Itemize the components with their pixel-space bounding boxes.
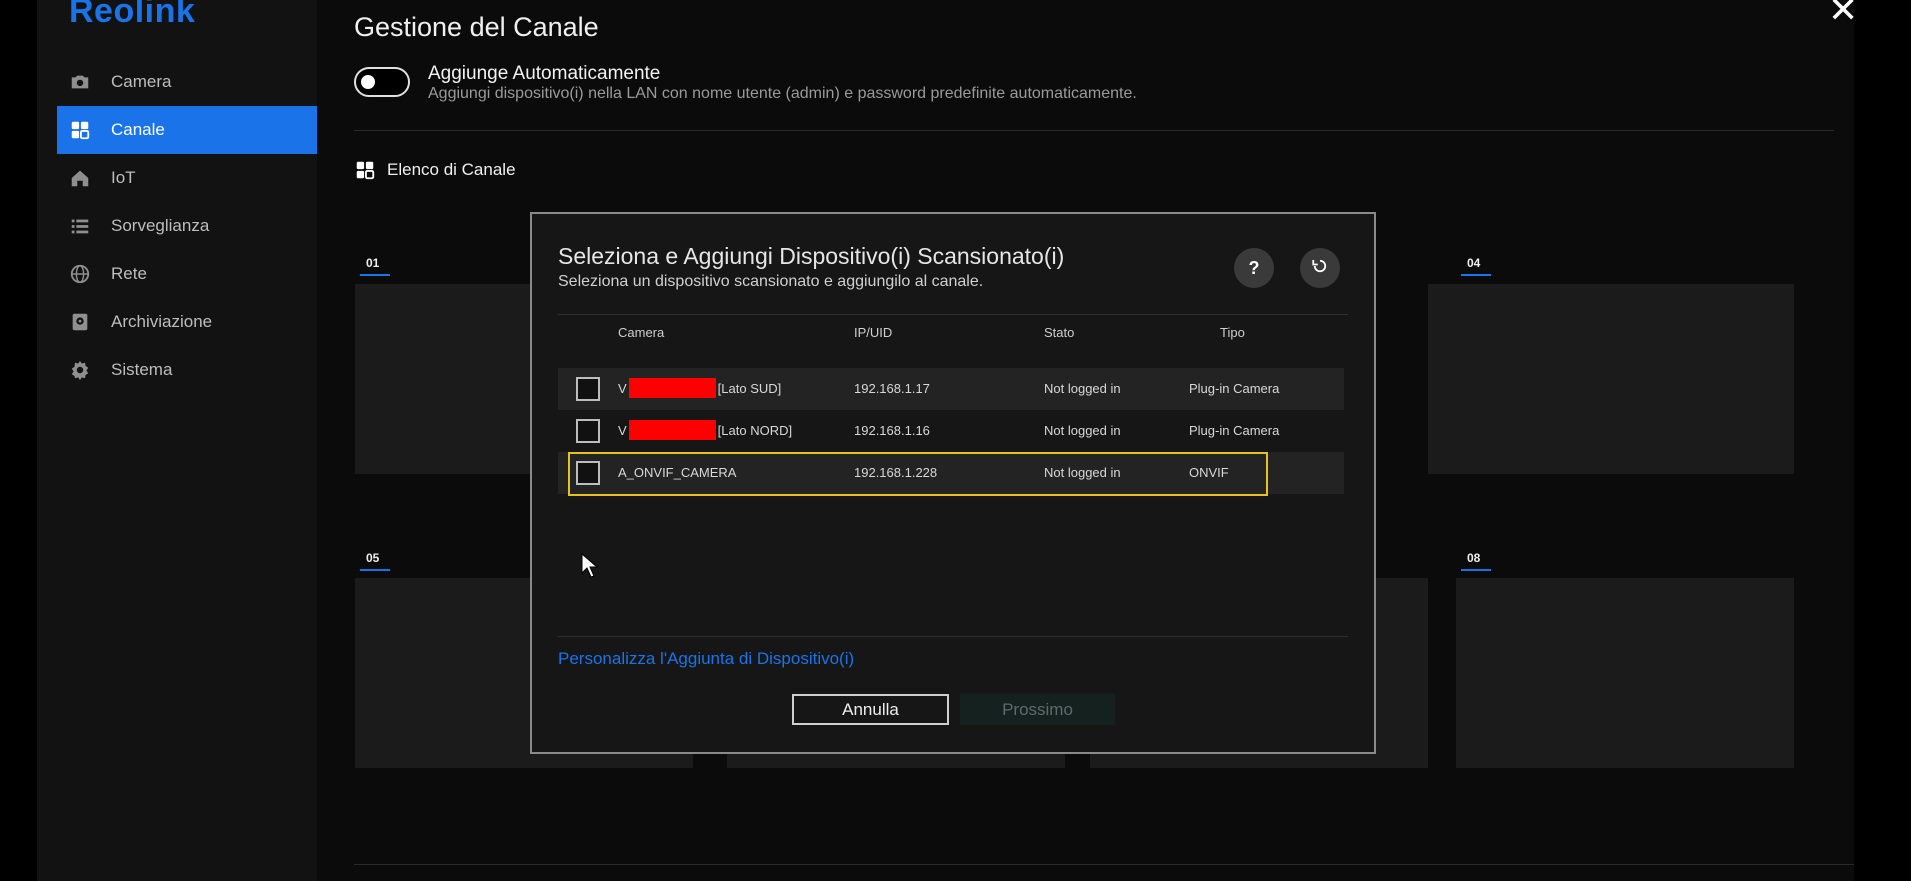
cancel-button[interactable]: Annulla	[792, 694, 949, 725]
sidebar-item-label: Archiviazione	[111, 312, 213, 331]
sidebar-item-canale[interactable]: Canale	[57, 106, 317, 154]
home-icon	[69, 167, 91, 189]
sidebar-item-sorveglianza[interactable]: Sorveglianza	[37, 202, 317, 250]
divider	[558, 636, 1348, 637]
camera-type: Plug-in Camera	[1189, 381, 1280, 396]
camera-status: Not logged in	[1044, 381, 1121, 396]
auto-add-title: Aggiunge Automaticamente	[428, 63, 661, 84]
selection-highlight	[568, 452, 1268, 496]
column-header-ip[interactable]: IP/UID	[854, 325, 892, 340]
dialog-title: Seleziona e Aggiungi Dispositivo(i) Scan…	[558, 243, 1065, 269]
sidebar: Reolink Camera Canale IoT Sorveglianza R…	[37, 0, 317, 881]
divider	[558, 314, 1348, 315]
divider	[354, 130, 1834, 131]
sidebar-item-archiviazione[interactable]: Archiviazione	[37, 298, 317, 346]
refresh-icon	[1311, 257, 1329, 280]
camera-name: V [Lato SUD]	[618, 377, 781, 398]
next-button[interactable]: Prossimo	[960, 694, 1115, 725]
dialog-subtitle: Seleziona un dispositivo scansionato e a…	[558, 273, 984, 290]
sidebar-item-label: IoT	[111, 168, 136, 187]
gear-icon	[69, 359, 91, 381]
custom-add-link[interactable]: Personalizza l'Aggiunta di Dispositivo(i…	[558, 649, 854, 669]
column-header-camera[interactable]: Camera	[618, 325, 664, 340]
camera-ip: 192.168.1.17	[854, 381, 930, 396]
sidebar-item-label: Canale	[111, 120, 165, 139]
camera-name: V [Lato NORD]	[618, 419, 792, 440]
reolink-logo: Reolink	[69, 0, 196, 30]
auto-add-description: Aggiungi dispositivo(i) nella LAN con no…	[428, 85, 1137, 102]
scan-devices-dialog: Seleziona e Aggiungi Dispositivo(i) Scan…	[530, 212, 1376, 754]
toggle-knob	[361, 75, 375, 89]
auto-add-toggle[interactable]	[354, 67, 410, 97]
camera-type: Plug-in Camera	[1189, 423, 1280, 438]
channel-number: 08	[1460, 551, 1492, 571]
globe-icon	[69, 263, 91, 285]
channel-number: 04	[1460, 256, 1492, 276]
redaction-block	[628, 419, 716, 440]
storage-icon	[69, 311, 91, 333]
redaction-block	[628, 377, 716, 398]
row-checkbox[interactable]	[576, 377, 600, 401]
page-title: Gestione del Canale	[354, 12, 599, 42]
sidebar-nav: Camera Canale IoT Sorveglianza Rete Arch…	[37, 58, 317, 394]
camera-ip: 192.168.1.16	[854, 423, 930, 438]
table-row[interactable]: V [Lato SUD] 192.168.1.17 Not logged in P…	[558, 368, 1344, 410]
column-header-type[interactable]: Tipo	[1220, 325, 1245, 340]
row-checkbox[interactable]	[576, 419, 600, 443]
channel-number: 05	[359, 551, 391, 571]
help-icon: ?	[1248, 257, 1260, 278]
sidebar-item-label: Rete	[111, 264, 147, 283]
channel-number: 01	[359, 256, 391, 276]
grid-icon	[354, 159, 376, 181]
channel-tile[interactable]	[1456, 284, 1794, 474]
sidebar-item-label: Sistema	[111, 360, 173, 379]
sidebar-item-sistema[interactable]: Sistema	[37, 346, 317, 394]
sidebar-item-label: Camera	[111, 72, 172, 91]
grid-icon	[69, 119, 91, 141]
refresh-button[interactable]	[1300, 248, 1340, 288]
list-icon	[69, 215, 91, 237]
sidebar-item-label: Sorveglianza	[111, 216, 210, 235]
divider	[354, 864, 1854, 865]
help-button[interactable]: ?	[1234, 248, 1274, 288]
sidebar-item-iot[interactable]: IoT	[37, 154, 317, 202]
mouse-cursor-icon	[581, 553, 599, 578]
channel-tile[interactable]	[1456, 578, 1794, 768]
close-icon[interactable]: ✕	[1828, 0, 1858, 28]
channel-tile	[1428, 284, 1456, 474]
camera-status: Not logged in	[1044, 423, 1121, 438]
column-header-status[interactable]: Stato	[1044, 325, 1074, 340]
sidebar-item-camera[interactable]: Camera	[37, 58, 317, 106]
channel-list-title: Elenco di Canale	[354, 159, 516, 181]
channel-list-label: Elenco di Canale	[387, 160, 516, 179]
table-row[interactable]: V [Lato NORD] 192.168.1.16 Not logged in …	[558, 410, 1344, 452]
camera-icon	[69, 71, 91, 93]
sidebar-item-rete[interactable]: Rete	[37, 250, 317, 298]
